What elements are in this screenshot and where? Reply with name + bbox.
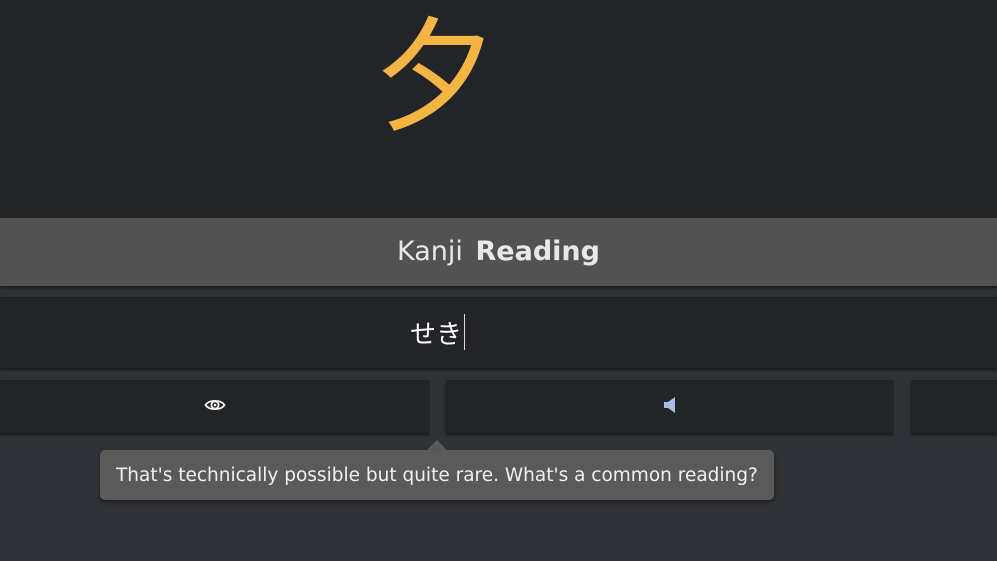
question-banner-text: Kanji Reading — [0, 218, 997, 286]
feedback-tooltip-text: That's technically possible but quite ra… — [116, 464, 758, 486]
answer-input-content[interactable]: せき — [410, 312, 466, 352]
kanji-character: 夕 — [372, 6, 497, 150]
answer-input-value[interactable]: せき — [410, 314, 462, 351]
feedback-tooltip: That's technically possible but quite ra… — [100, 450, 774, 500]
additional-action-button[interactable] — [911, 380, 997, 433]
tooltip-pointer — [427, 440, 447, 450]
eye-icon — [203, 397, 226, 417]
answer-field[interactable]: せき — [0, 298, 997, 368]
play-audio-button[interactable] — [446, 380, 893, 433]
subject-type-label: Kanji — [397, 236, 463, 267]
question-type-label: Reading — [475, 236, 600, 267]
speaker-icon — [663, 396, 677, 418]
question-banner: Kanji Reading — [0, 218, 997, 286]
text-cursor — [464, 314, 466, 350]
prompt-area: 夕 — [0, 0, 997, 218]
show-answer-button[interactable] — [0, 380, 429, 433]
